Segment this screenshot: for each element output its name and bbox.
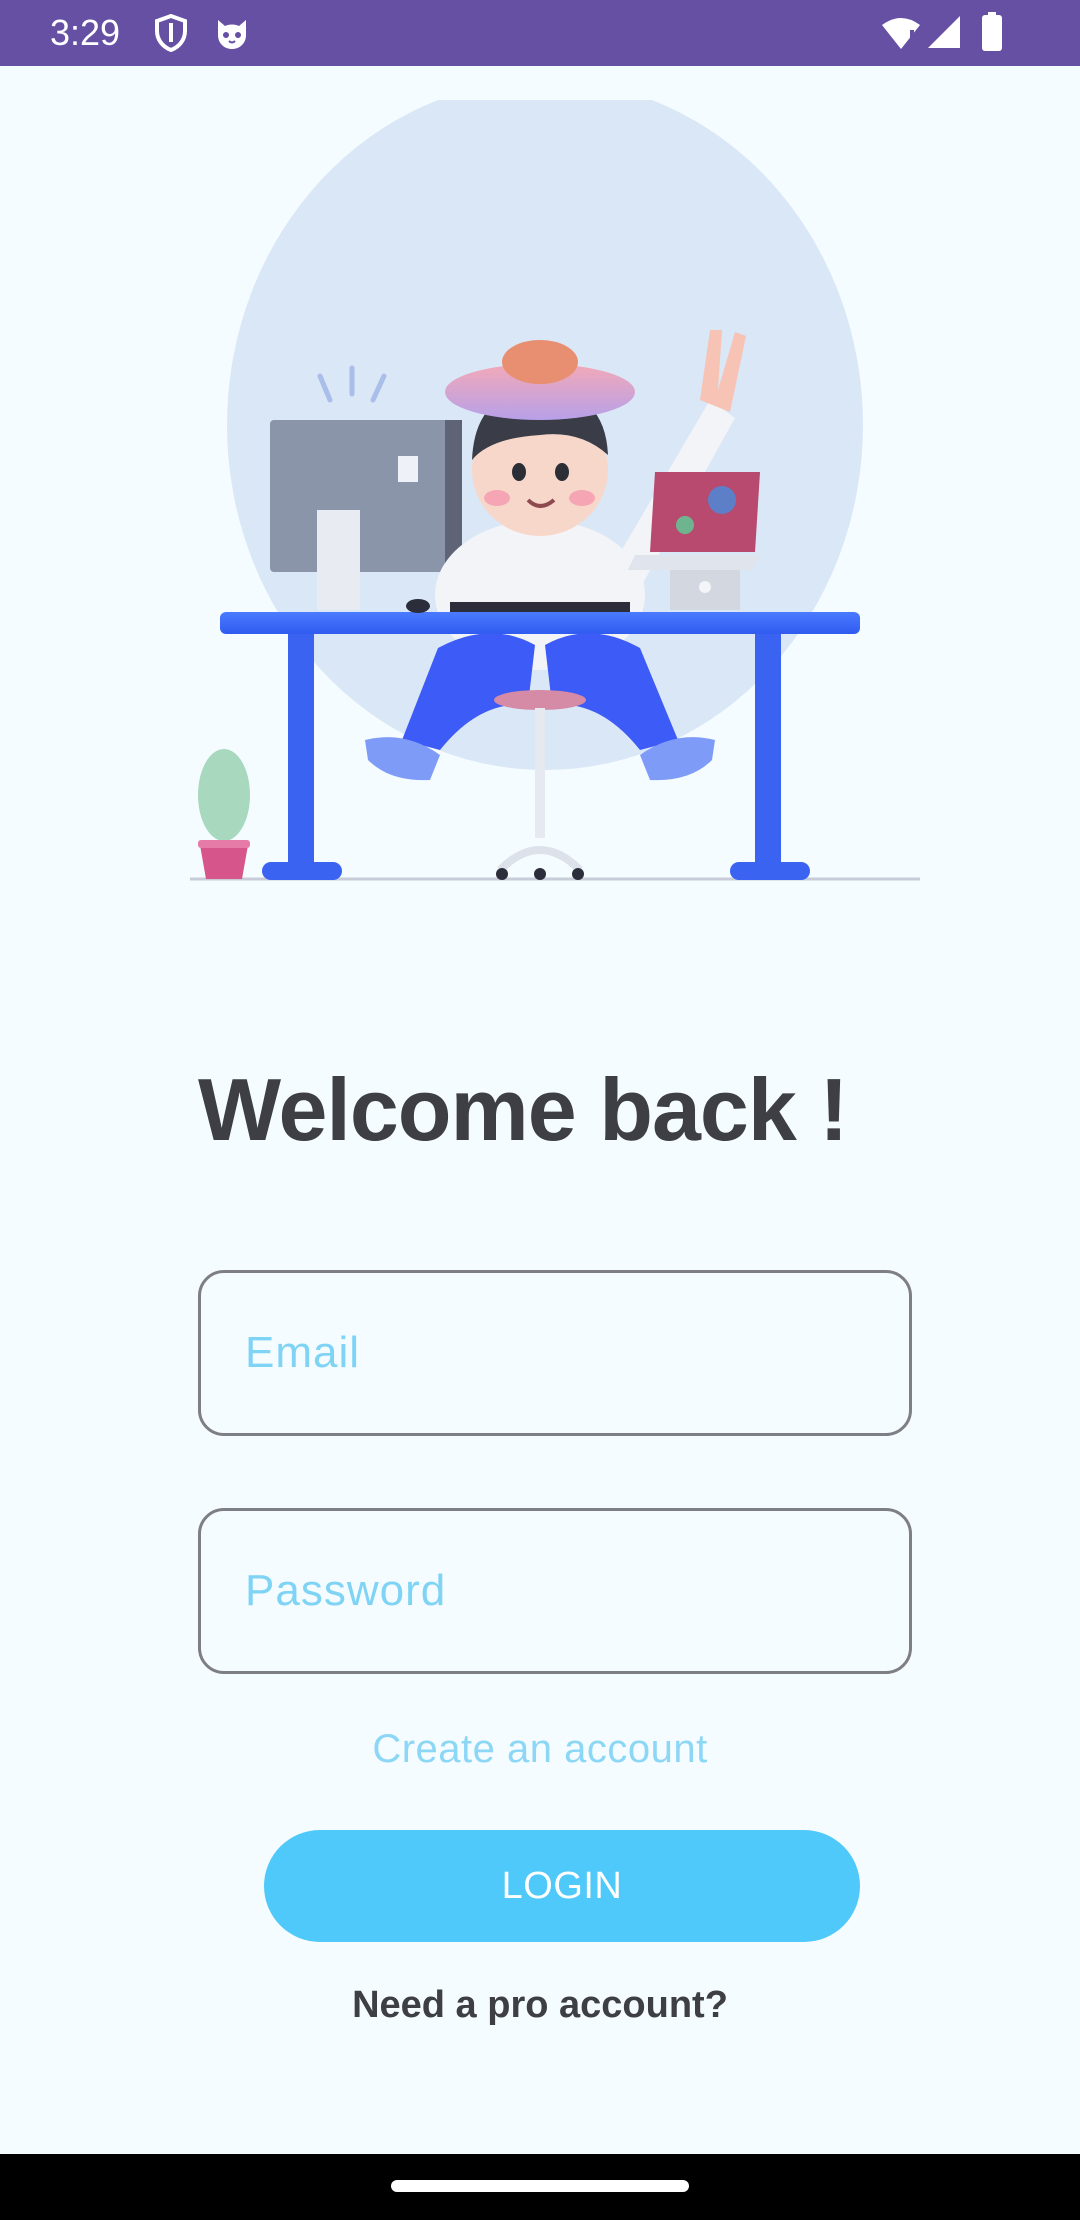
login-button[interactable]: LOGIN [264,1830,860,1942]
wifi-icon [882,18,920,49]
pro-account-link[interactable]: Need a pro account? [0,1978,1080,2032]
hero-illustration [190,100,920,881]
home-handle[interactable] [391,2180,689,2192]
signal-icon [928,16,960,48]
status-bar: 3:29 [0,0,1080,66]
navigation-bar [0,2154,1080,2220]
page-title: Welcome back ! [198,1060,849,1159]
cat-face-icon [218,20,246,49]
status-time: 3:29 [50,12,121,53]
email-field[interactable] [198,1270,912,1436]
battery-icon [982,12,1002,51]
create-account-link[interactable]: Create an account [0,1722,1080,1776]
password-field[interactable] [198,1508,912,1674]
shield-icon [155,14,187,52]
